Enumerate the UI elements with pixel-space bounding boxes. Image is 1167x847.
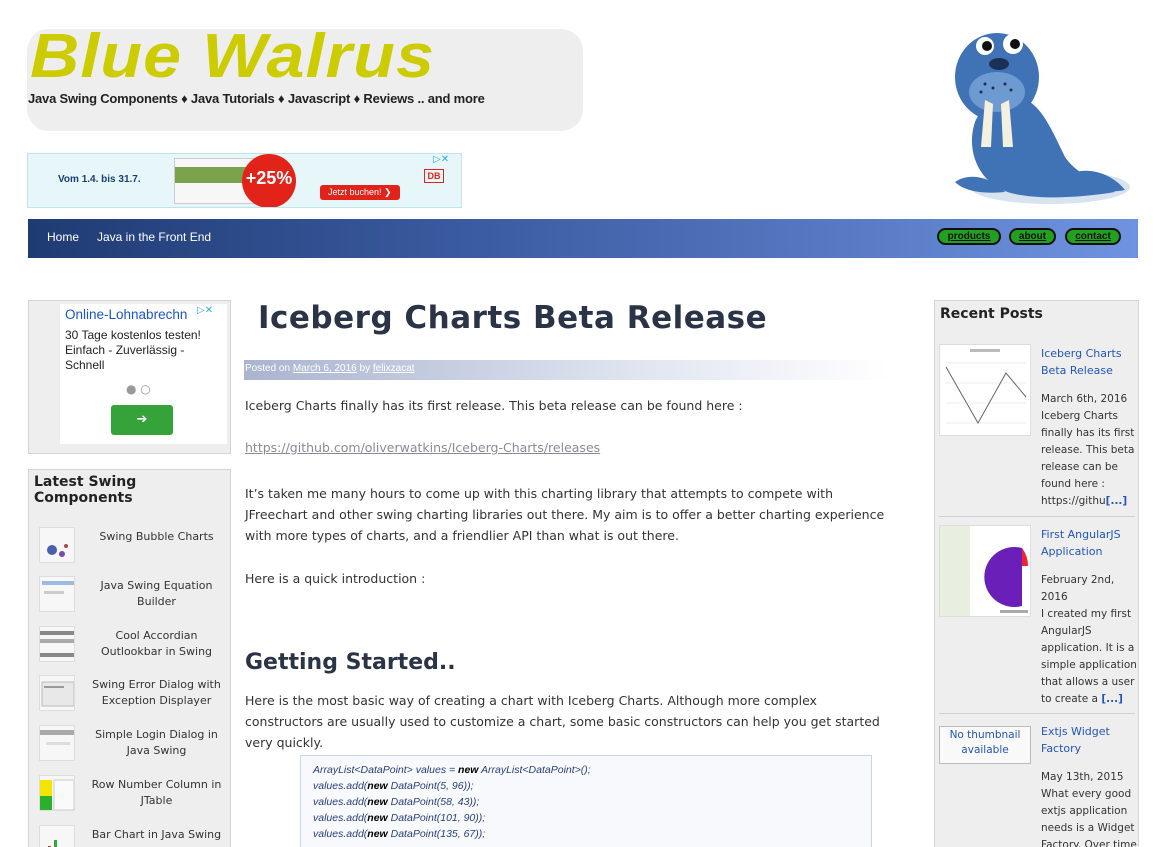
code-line: values.add(new DataPoint(58, 43)); [313, 796, 480, 808]
post-paragraph: It’s taken me many hours to come up with… [245, 486, 885, 543]
post-paragraph: Here is the most basic way of creating a… [245, 693, 880, 750]
about-button[interactable]: about [1009, 228, 1056, 245]
book-now-button[interactable]: Jetzt buchen! ❯ [320, 185, 400, 200]
list-item[interactable]: Swing Error Dialog with Exception Displa… [29, 675, 232, 725]
nav-home-link[interactable]: Home [47, 230, 79, 244]
db-logo: DB [424, 169, 444, 183]
list-item[interactable]: Java Swing Equation Builder [29, 576, 232, 626]
post-meta: Posted on March 6, 2016 by felixzacat [244, 360, 889, 380]
post-paragraph: Here is a quick introduction : [245, 571, 426, 586]
recent-post-title[interactable]: First AngularJS Application [1041, 526, 1137, 560]
carousel-dots[interactable]: ● ○ [126, 382, 151, 396]
walrus-mascot-icon [955, 33, 1130, 204]
code-line: values.add(new DataPoint(5, 96)); [313, 780, 474, 792]
nav-java-front-end-link[interactable]: Java in the Front End [97, 230, 211, 244]
adchoices-icon[interactable]: ▷✕ [433, 154, 449, 165]
code-line: values.add(new DataPoint(135, 67)); [313, 828, 486, 840]
main-navbar: Home Java in the Front End products abou… [28, 219, 1138, 258]
list-item[interactable]: Cool Accordian Outlookbar in Swing [29, 626, 232, 676]
recent-post-date: May 13th, 2015 [1041, 771, 1124, 783]
products-button[interactable]: products [937, 228, 1001, 245]
list-item-label[interactable]: Swing Bubble Charts [84, 529, 229, 545]
accordion-thumbnail[interactable] [39, 626, 75, 662]
list-item[interactable]: Bar Chart in Java Swing [29, 825, 232, 847]
bar-chart-thumbnail[interactable] [39, 825, 75, 847]
list-item-label[interactable]: Swing Error Dialog with Exception Displa… [84, 677, 229, 709]
site-tagline: Java Swing Components ♦ Java Tutorials ♦… [28, 91, 485, 106]
login-dialog-thumbnail[interactable] [39, 725, 75, 761]
recent-post-title[interactable]: Iceberg Charts Beta Release [1041, 345, 1137, 379]
read-more-link[interactable]: [...] [1106, 495, 1128, 507]
by-label: by [356, 363, 373, 374]
bubble-chart-thumbnail[interactable] [39, 527, 75, 563]
list-item-label[interactable]: Java Swing Equation Builder [84, 578, 229, 610]
divider [939, 516, 1135, 517]
list-item-label[interactable]: Simple Login Dialog in Java Swing [84, 727, 229, 759]
adchoices-icon[interactable]: ▷✕ [197, 305, 213, 316]
latest-swing-components-widget: Latest Swing Components Swing Bubble Cha… [28, 469, 231, 847]
section-heading: Getting Started.. [245, 650, 456, 675]
recent-post-excerpt: Iceberg Charts finally has its first rel… [1041, 410, 1135, 507]
recent-post-date: March 6th, 2016 [1041, 393, 1128, 405]
post-title[interactable]: Iceberg Charts Beta Release [258, 300, 767, 336]
recent-post-date: February 2nd, 2016 [1041, 574, 1115, 603]
recent-post-excerpt: What every good extjs application needs … [1041, 788, 1137, 847]
list-item[interactable]: Swing Bubble Charts [29, 527, 232, 577]
contact-button[interactable]: contact [1065, 228, 1121, 245]
code-snippet[interactable]: ArrayList<DataPoint> values = new ArrayL… [300, 755, 872, 847]
angularjs-thumbnail[interactable] [939, 525, 1031, 617]
widget-heading: Recent Posts [940, 306, 1043, 322]
divider [939, 713, 1135, 714]
post-paragraph: Iceberg Charts finally has its first rel… [245, 398, 743, 413]
iceberg-chart-thumbnail[interactable] [939, 344, 1031, 436]
ad-headline[interactable]: Online-Lohnabrechn [65, 307, 187, 322]
equation-builder-thumbnail[interactable] [39, 576, 75, 612]
sidebar-advertisement[interactable]: Online-Lohnabrechn ▷✕ 30 Tage kostenlos … [28, 300, 231, 454]
site-logo-title[interactable]: Blue Walrus [30, 22, 435, 92]
code-line: ArrayList<DataPoint> values = new ArrayL… [313, 764, 591, 776]
code-line: values.add(new DataPoint(101, 90)); [313, 812, 486, 824]
ad-arrow-button[interactable]: ➔ [111, 405, 173, 435]
author-link[interactable]: felixzacat [373, 363, 415, 374]
widget-heading: Latest Swing Components [34, 474, 137, 506]
list-item-label[interactable]: Cool Accordian Outlookbar in Swing [84, 628, 229, 660]
ad-body-text: 30 Tage kostenlos testen! Einfach - Zuve… [65, 328, 201, 372]
github-release-link[interactable]: https://github.com/oliverwatkins/Iceberg… [245, 440, 600, 455]
list-item[interactable]: Simple Login Dialog in Java Swing [29, 725, 232, 775]
top-advertisement[interactable]: Vom 1.4. bis 31.7. +25% Jetzt buchen! ❯ … [27, 153, 462, 208]
recent-post-excerpt: I created my first AngularJS application… [1041, 608, 1137, 705]
list-item-label[interactable]: Row Number Column in JTable [84, 777, 229, 809]
list-item-label[interactable]: Bar Chart in Java Swing [84, 827, 229, 843]
row-number-thumbnail[interactable] [39, 775, 75, 811]
recent-posts-widget: Recent Posts Iceberg Charts Beta Release… [934, 300, 1139, 847]
post-date-link[interactable]: March 6, 2016 [293, 363, 357, 374]
posted-on-label: Posted on [245, 363, 293, 374]
read-more-link[interactable]: [...] [1101, 693, 1123, 705]
discount-badge: +25% [242, 154, 296, 207]
ad-date-text: Vom 1.4. bis 31.7. [58, 174, 141, 185]
list-item[interactable]: Row Number Column in JTable [29, 775, 232, 825]
recent-post-title[interactable]: Extjs Widget Factory [1041, 723, 1137, 757]
error-dialog-thumbnail[interactable] [39, 675, 75, 711]
missing-thumbnail-image[interactable]: No thumbnail available [939, 726, 1031, 764]
